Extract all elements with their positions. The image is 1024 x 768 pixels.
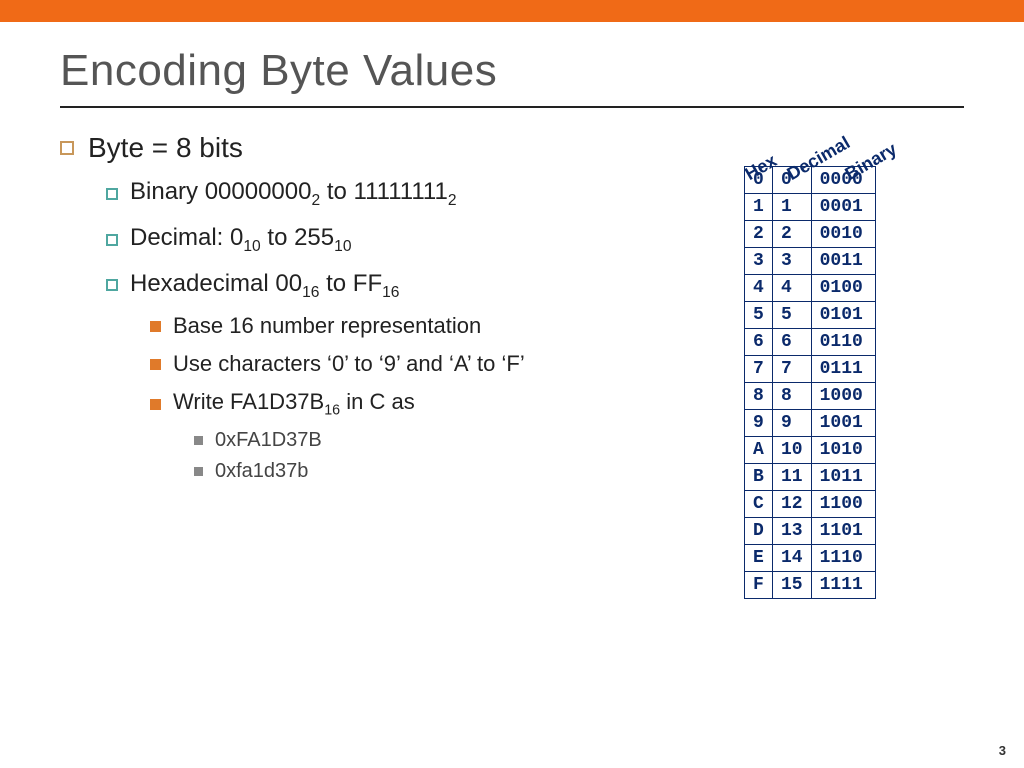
table-cell: 2 — [773, 221, 812, 248]
table-cell: 7 — [773, 356, 812, 383]
bullet-column: Byte = 8 bits Binary 000000002 to 111111… — [60, 132, 714, 599]
bullet-icon — [194, 436, 203, 445]
table-cell: 0001 — [811, 194, 875, 221]
table-cell: 3 — [773, 248, 812, 275]
table-cell: 1011 — [811, 464, 875, 491]
table-row: 110001 — [745, 194, 876, 221]
table-cell: 0110 — [811, 329, 875, 356]
title-rule — [60, 106, 964, 108]
table-row: A101010 — [745, 437, 876, 464]
table-cell: A — [745, 437, 773, 464]
table-row: F151111 — [745, 572, 876, 599]
table-cell: 1100 — [811, 491, 875, 518]
bullet-icon — [150, 359, 161, 370]
bullet-hex: Hexadecimal 0016 to FF16 — [106, 270, 714, 302]
bullet-decimal: Decimal: 010 to 25510 — [106, 224, 714, 256]
bullet-icon — [106, 279, 118, 291]
accent-bar — [0, 0, 1024, 22]
table-cell: 0111 — [811, 356, 875, 383]
bullet-byte: Byte = 8 bits — [60, 132, 714, 164]
bullet-icon — [60, 141, 74, 155]
table-cell: 2 — [745, 221, 773, 248]
table-cell: 1 — [773, 194, 812, 221]
table-cell: 6 — [745, 329, 773, 356]
bullet-text: 0xfa1d37b — [215, 460, 308, 483]
table-cell: C — [745, 491, 773, 518]
table-row: C121100 — [745, 491, 876, 518]
table-cell: 9 — [773, 410, 812, 437]
bullet-text: Byte = 8 bits — [88, 132, 243, 164]
table-column: Hex Decimal Binary 000000110001220010330… — [714, 132, 964, 599]
hex-table-wrap: Hex Decimal Binary 000000110001220010330… — [744, 166, 964, 599]
bullet-base16: Base 16 number representation — [150, 313, 714, 339]
table-cell: E — [745, 545, 773, 572]
table-cell: 0011 — [811, 248, 875, 275]
table-cell: 15 — [773, 572, 812, 599]
table-cell: 1001 — [811, 410, 875, 437]
table-row: 881000 — [745, 383, 876, 410]
table-cell: 1000 — [811, 383, 875, 410]
table-row: 550101 — [745, 302, 876, 329]
bullet-text: Decimal: 010 to 25510 — [130, 224, 352, 256]
table-cell: 0010 — [811, 221, 875, 248]
table-cell: 4 — [745, 275, 773, 302]
bullet-text: Binary 000000002 to 111111112 — [130, 178, 457, 210]
bullet-chars: Use characters ‘0’ to ‘9’ and ‘A’ to ‘F’ — [150, 351, 714, 377]
table-cell: 1010 — [811, 437, 875, 464]
table-cell: 1 — [745, 194, 773, 221]
slide-title: Encoding Byte Values — [60, 46, 964, 96]
table-cell: 0101 — [811, 302, 875, 329]
table-cell: B — [745, 464, 773, 491]
table-cell: 13 — [773, 518, 812, 545]
bullet-text: 0xFA1D37B — [215, 429, 322, 452]
bullet-icon — [194, 467, 203, 476]
content-row: Byte = 8 bits Binary 000000002 to 111111… — [60, 132, 964, 599]
table-cell: 7 — [745, 356, 773, 383]
table-cell: 3 — [745, 248, 773, 275]
table-cell: 5 — [773, 302, 812, 329]
table-cell: 12 — [773, 491, 812, 518]
table-row: 660110 — [745, 329, 876, 356]
table-cell: 1110 — [811, 545, 875, 572]
bullet-text: Use characters ‘0’ to ‘9’ and ‘A’ to ‘F’ — [173, 351, 525, 377]
bullet-icon — [150, 321, 161, 332]
table-cell: D — [745, 518, 773, 545]
bullet-write: Write FA1D37B16 in C as — [150, 389, 714, 418]
table-cell: 4 — [773, 275, 812, 302]
table-cell: 9 — [745, 410, 773, 437]
table-cell: 10 — [773, 437, 812, 464]
bullet-text: Base 16 number representation — [173, 313, 481, 339]
bullet-binary: Binary 000000002 to 111111112 — [106, 178, 714, 210]
table-cell: 11 — [773, 464, 812, 491]
table-row: 330011 — [745, 248, 876, 275]
table-cell: 0100 — [811, 275, 875, 302]
bullet-text: Hexadecimal 0016 to FF16 — [130, 270, 399, 302]
table-cell: 6 — [773, 329, 812, 356]
table-row: 770111 — [745, 356, 876, 383]
table-row: E141110 — [745, 545, 876, 572]
table-row: 220010 — [745, 221, 876, 248]
table-cell: 5 — [745, 302, 773, 329]
table-row: D131101 — [745, 518, 876, 545]
bullet-ex1: 0xFA1D37B — [194, 429, 714, 452]
table-cell: 1111 — [811, 572, 875, 599]
slide: Encoding Byte Values Byte = 8 bits — [0, 22, 1024, 768]
bullet-icon — [150, 399, 161, 410]
table-row: 991001 — [745, 410, 876, 437]
table-cell: 1101 — [811, 518, 875, 545]
bullet-icon — [106, 188, 118, 200]
bullet-ex2: 0xfa1d37b — [194, 460, 714, 483]
bullet-icon — [106, 234, 118, 246]
table-row: B111011 — [745, 464, 876, 491]
table-cell: 14 — [773, 545, 812, 572]
table-cell: 8 — [745, 383, 773, 410]
page-number: 3 — [999, 743, 1006, 758]
table-row: 440100 — [745, 275, 876, 302]
table-cell: F — [745, 572, 773, 599]
table-cell: 8 — [773, 383, 812, 410]
bullet-text: Write FA1D37B16 in C as — [173, 389, 415, 418]
hex-table: 0000001100012200103300114401005501016601… — [744, 166, 876, 599]
